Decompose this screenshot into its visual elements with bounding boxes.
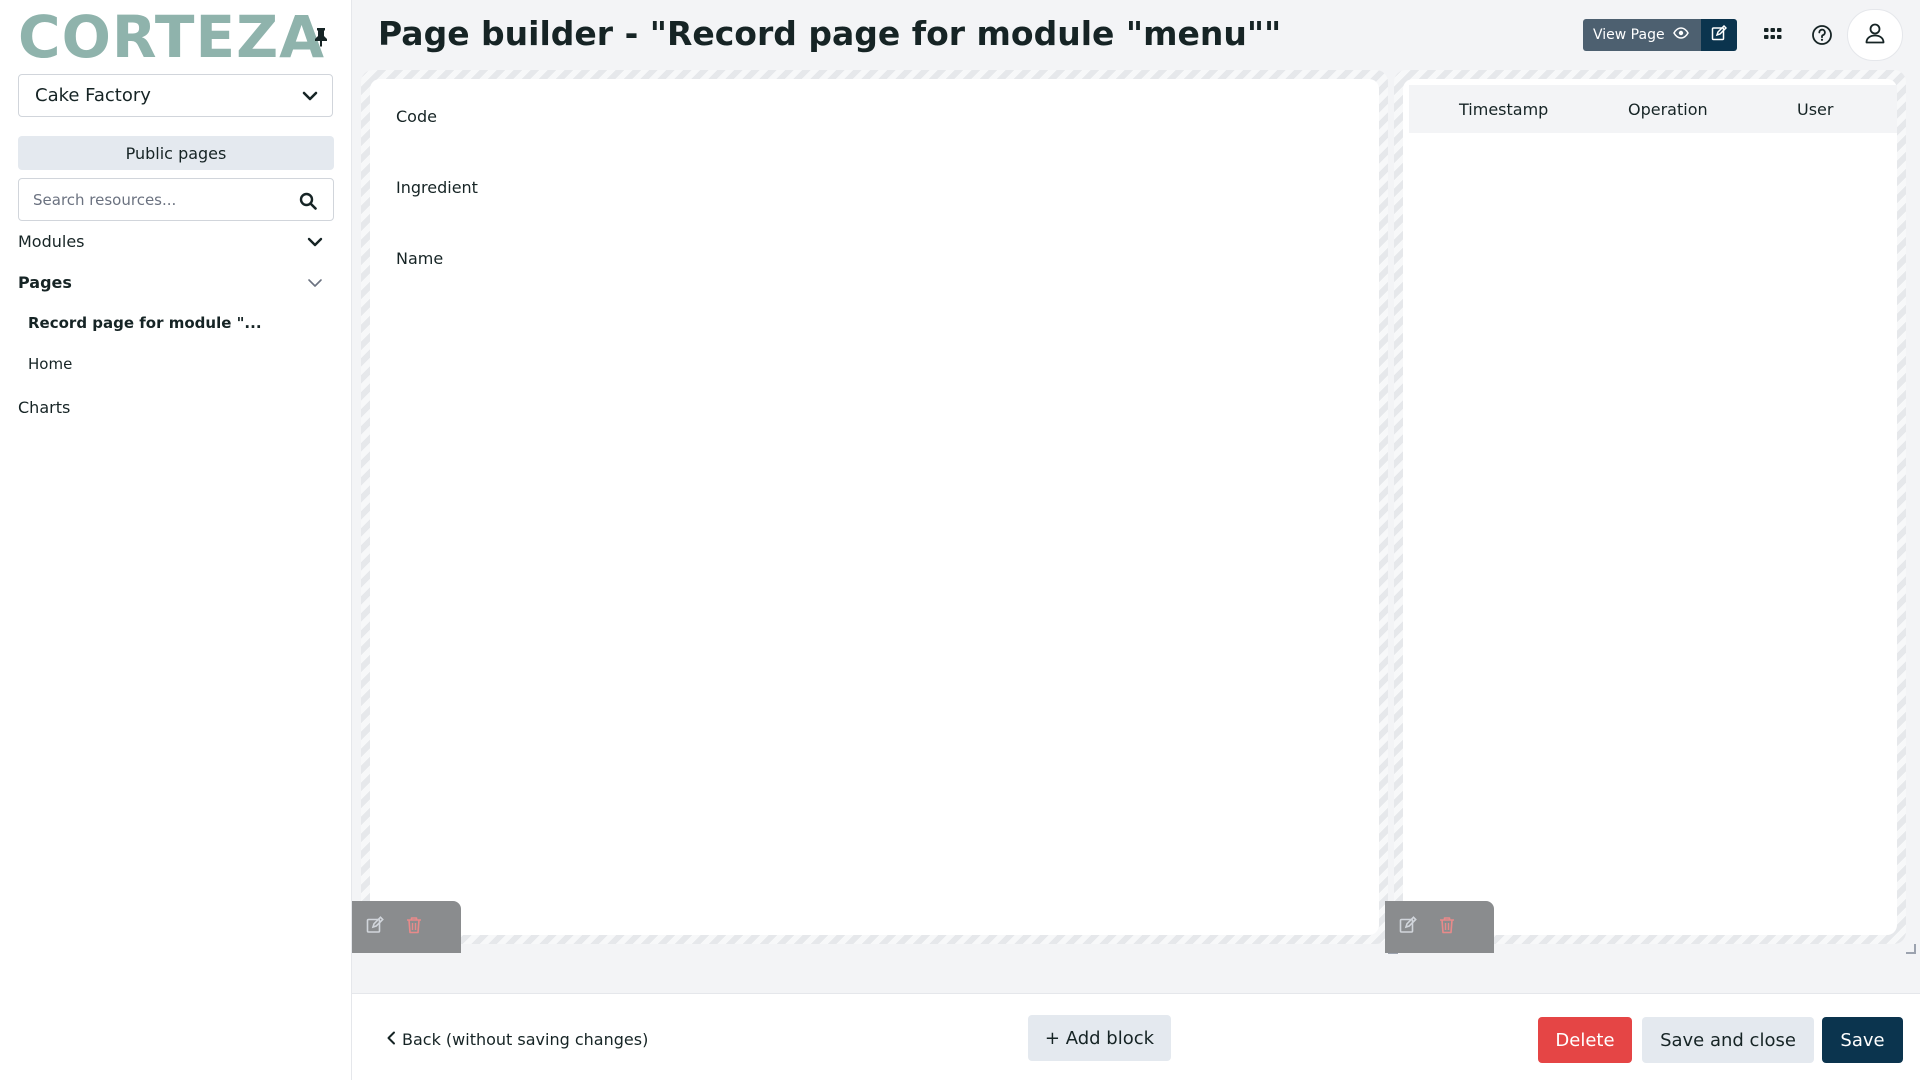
record-fields-block-content: Code Ingredient Name <box>370 79 1379 935</box>
namespace-select-value: Cake Factory <box>35 85 151 106</box>
search-icon[interactable] <box>299 192 317 210</box>
eye-icon <box>1672 27 1689 43</box>
save-button[interactable]: Save <box>1822 1017 1903 1063</box>
field-label-ingredient: Ingredient <box>396 178 478 197</box>
back-link-label: Back (without saving changes) <box>402 1030 649 1049</box>
trash-icon[interactable] <box>406 916 422 938</box>
chevron-down-icon <box>302 88 318 104</box>
chevron-down-icon[interactable] <box>306 274 324 292</box>
column-header-user[interactable]: User <box>1797 100 1833 119</box>
public-pages-button[interactable]: Public pages <box>18 136 334 170</box>
sidebar: CORTEZA Cake Factory Public pages Module… <box>0 0 352 1080</box>
search-input[interactable] <box>33 190 293 209</box>
view-page-label: View Page <box>1593 27 1665 43</box>
field-label-code: Code <box>396 107 437 126</box>
column-header-timestamp[interactable]: Timestamp <box>1459 100 1548 119</box>
edit-page-button[interactable] <box>1701 19 1737 51</box>
view-page-button[interactable]: View Page <box>1583 19 1701 51</box>
field-label-name: Name <box>396 249 444 268</box>
edit-icon[interactable] <box>366 916 384 938</box>
help-icon[interactable] <box>1809 22 1835 48</box>
column-header-operation[interactable]: Operation <box>1628 100 1708 119</box>
app-grid-icon[interactable] <box>1760 22 1786 48</box>
sidebar-item-charts[interactable]: Charts <box>18 398 70 417</box>
sidebar-item-modules[interactable]: Modules <box>18 232 85 251</box>
chevron-down-icon[interactable] <box>306 233 324 251</box>
pin-icon[interactable] <box>312 26 330 48</box>
edit-icon[interactable] <box>1399 916 1417 938</box>
block-toolbar <box>352 901 461 953</box>
back-link[interactable]: Back (without saving changes) <box>386 1030 648 1049</box>
resize-handle[interactable] <box>1906 944 1916 954</box>
edit-icon <box>1711 24 1728 45</box>
trash-icon[interactable] <box>1439 916 1455 938</box>
namespace-select[interactable]: Cake Factory <box>18 74 333 117</box>
block-toolbar <box>1385 901 1494 953</box>
add-block-button[interactable]: + Add block <box>1028 1015 1171 1061</box>
user-menu-button[interactable] <box>1847 9 1903 61</box>
sidebar-item-pages[interactable]: Pages <box>18 273 72 292</box>
sidebar-item-home[interactable]: Home <box>28 355 72 373</box>
user-icon <box>1864 22 1886 48</box>
corteza-logo[interactable]: CORTEZA <box>18 8 325 66</box>
table-header: Timestamp Operation User <box>1409 85 1897 133</box>
sidebar-item-record-page[interactable]: Record page for module "... <box>28 314 262 332</box>
save-and-close-button[interactable]: Save and close <box>1642 1017 1814 1063</box>
record-revisions-block-content: Timestamp Operation User <box>1403 79 1897 935</box>
record-revisions-block[interactable]: Timestamp Operation User <box>1385 70 1916 954</box>
record-fields-block[interactable]: Code Ingredient Name <box>352 70 1398 954</box>
page-title: Page builder - "Record page for module "… <box>378 14 1282 53</box>
delete-button[interactable]: Delete <box>1538 1017 1632 1063</box>
search-box <box>18 178 334 221</box>
chevron-left-icon <box>386 1030 396 1049</box>
footer-bar: Back (without saving changes) + Add bloc… <box>352 993 1920 1080</box>
